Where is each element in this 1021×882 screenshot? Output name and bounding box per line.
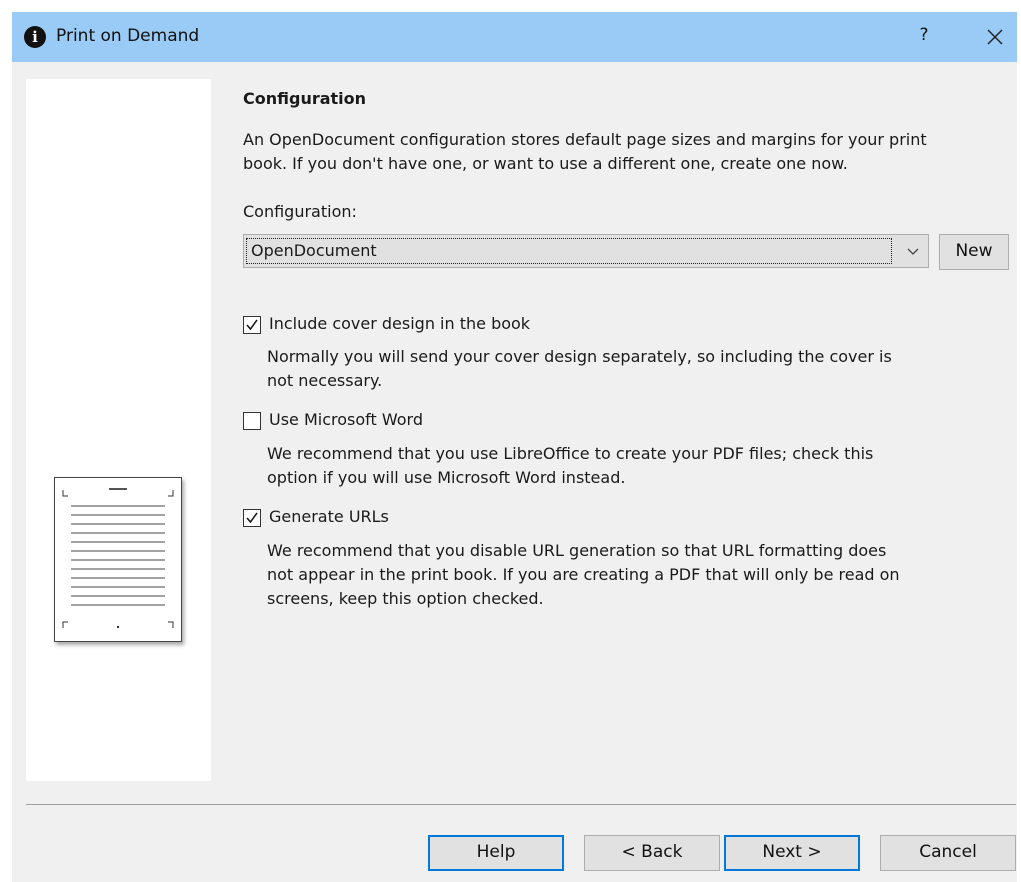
generate-urls-label: Generate URLs xyxy=(269,507,389,526)
use-word-desc-line-1: We recommend that you use LibreOffice to… xyxy=(267,444,874,463)
back-button[interactable]: < Back xyxy=(584,835,720,871)
page-layout-thumbnail xyxy=(54,477,182,642)
next-button[interactable]: Next > xyxy=(724,835,860,871)
intro-text-line-1: An OpenDocument configuration stores def… xyxy=(243,130,927,149)
use-word-label: Use Microsoft Word xyxy=(269,410,423,429)
include-cover-checkbox-row[interactable]: Include cover design in the book xyxy=(243,314,563,338)
intro-text-line-2: book. If you don't have one, or want to … xyxy=(243,154,848,173)
preview-panel xyxy=(26,79,211,781)
include-cover-checkbox[interactable] xyxy=(243,316,261,334)
generate-urls-desc-line-3: screens, keep this option checked. xyxy=(267,589,544,608)
use-word-checkbox-row[interactable]: Use Microsoft Word xyxy=(243,410,453,434)
cancel-button[interactable]: Cancel xyxy=(880,835,1016,871)
configuration-page: Configuration An OpenDocument configurat… xyxy=(243,12,1013,802)
footer-separator xyxy=(26,804,1016,805)
include-cover-desc-line-2: not necessary. xyxy=(267,371,383,390)
configuration-label: Configuration: xyxy=(243,202,357,221)
generate-urls-desc-line-1: We recommend that you disable URL genera… xyxy=(267,541,887,560)
window-title: Print on Demand xyxy=(56,26,200,46)
chevron-down-icon xyxy=(907,248,919,255)
page-preview-icon xyxy=(62,488,174,628)
use-word-checkbox[interactable] xyxy=(243,412,261,430)
checkmark-icon xyxy=(246,319,258,331)
include-cover-label: Include cover design in the book xyxy=(269,314,531,333)
section-title: Configuration xyxy=(243,89,367,108)
include-cover-desc-line-1: Normally you will send your cover design… xyxy=(267,347,892,366)
use-word-desc-line-2: option if you will use Microsoft Word in… xyxy=(267,468,626,487)
configuration-dropdown[interactable]: OpenDocument xyxy=(243,234,929,268)
new-configuration-button[interactable]: New xyxy=(939,234,1009,270)
help-button[interactable]: Help xyxy=(428,835,564,871)
generate-urls-checkbox-row[interactable]: Generate URLs xyxy=(243,507,413,531)
generate-urls-desc-line-2: not appear in the print book. If you are… xyxy=(267,565,900,584)
app-icon: i xyxy=(24,26,46,48)
print-on-demand-dialog: i Print on Demand ? Configuration An Ope… xyxy=(12,12,1017,882)
generate-urls-checkbox[interactable] xyxy=(243,509,261,527)
configuration-value: OpenDocument xyxy=(246,238,892,264)
checkmark-icon xyxy=(246,512,258,524)
